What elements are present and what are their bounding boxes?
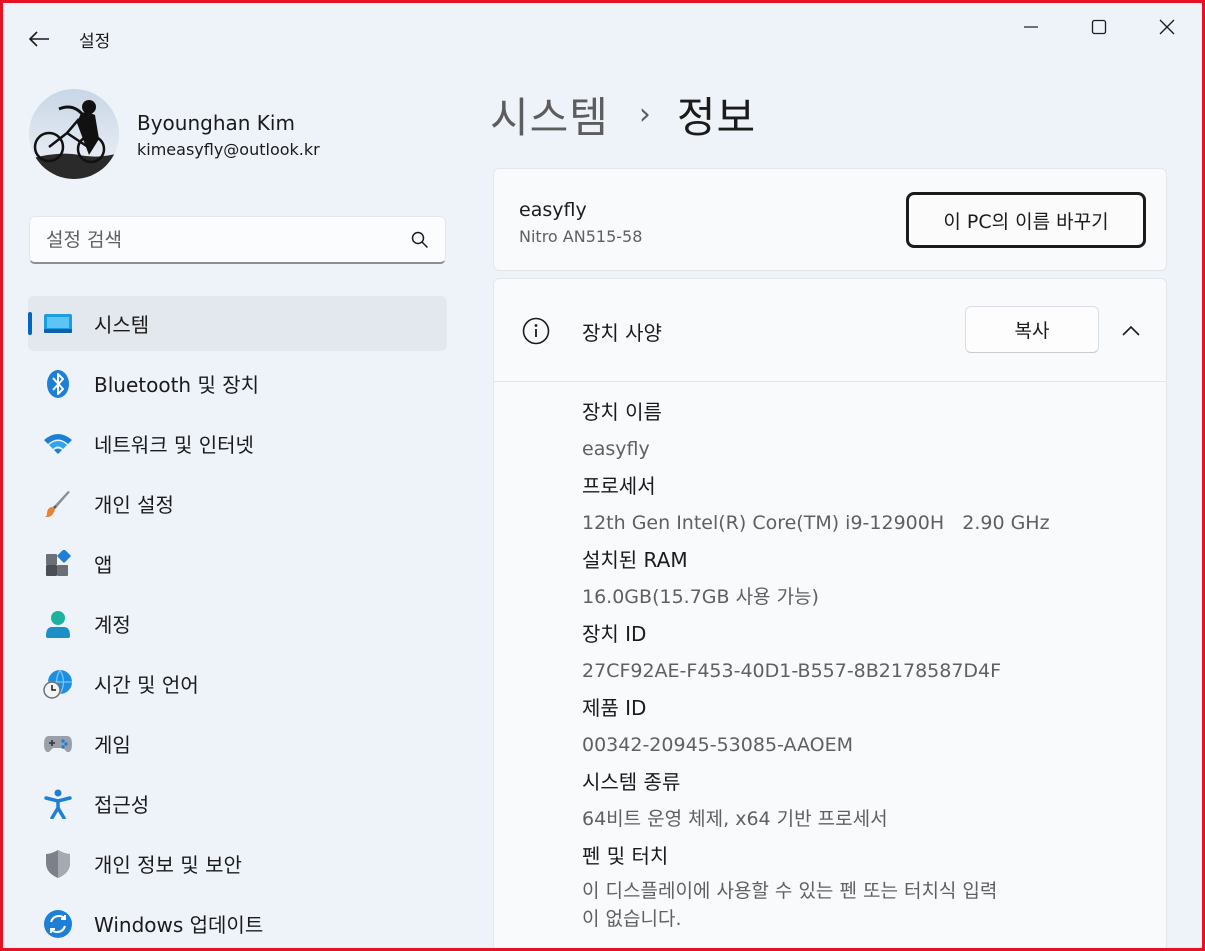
page-title: 정보 (676, 92, 757, 142)
sidebar-item-label: Bluetooth 및 장치 (94, 373, 260, 397)
sidebar-item-label: Windows 업데이트 (94, 913, 264, 937)
wifi-icon (43, 429, 73, 459)
sidebar-item-label: 계정 (94, 613, 131, 637)
sidebar-item-label: 앱 (94, 553, 113, 577)
search-box[interactable] (29, 216, 446, 264)
app-title: 설정 (79, 32, 111, 52)
back-button[interactable] (24, 24, 54, 54)
device-model: Nitro AN515-58 (519, 227, 643, 246)
spec-value-pen-touch: 이 디스플레이에 사용할 수 있는 펜 또는 터치식 입력 이 없습니다. (582, 880, 998, 930)
spec-value-device-id: 27CF92AE-F453-40D1-B557-8B2178587D4F (582, 660, 1002, 682)
close-icon (1159, 19, 1175, 35)
spec-value-product-id: 00342-20945-53085-AAOEM (582, 734, 854, 756)
sidebar-item-label: 개인 정보 및 보안 (94, 853, 242, 877)
user-email: kimeasyfly@outlook.kr (137, 140, 320, 159)
search-input[interactable] (30, 217, 410, 263)
sidebar-item-gaming[interactable]: 게임 (28, 716, 447, 771)
apps-icon (43, 549, 73, 579)
spec-value-processor: 12th Gen Intel(R) Core(TM) i9-12900H 2.9… (582, 512, 1050, 534)
spec-label-pen-touch: 펜 및 터치 (582, 844, 669, 868)
sidebar-nav: 시스템 Bluetooth 및 장치 네트워크 및 인터넷 개인 설정 앱 계정… (28, 296, 447, 951)
user-name: Byounghan Kim (137, 111, 295, 135)
spec-label-ram: 설치된 RAM (582, 548, 688, 572)
gamepad-icon (43, 729, 73, 759)
paintbrush-icon (43, 489, 73, 519)
sidebar-item-apps[interactable]: 앱 (28, 536, 447, 591)
sidebar-item-network[interactable]: 네트워크 및 인터넷 (28, 416, 447, 471)
spec-label-system-type: 시스템 종류 (582, 770, 681, 794)
person-icon (43, 609, 73, 639)
sidebar-item-privacy-security[interactable]: 개인 정보 및 보안 (28, 836, 447, 891)
spec-label-product-id: 제품 ID (582, 696, 647, 720)
spec-label-processor: 프로세서 (582, 474, 656, 498)
breadcrumb-separator: › (638, 96, 651, 132)
active-indicator (28, 312, 32, 335)
spec-label-device-id: 장치 ID (582, 622, 647, 646)
shield-icon (43, 849, 73, 879)
avatar[interactable] (29, 89, 119, 179)
spec-label-device-name: 장치 이름 (582, 400, 662, 424)
maximize-icon (1091, 19, 1107, 35)
accessibility-icon (43, 789, 73, 819)
spec-value-system-type: 64비트 운영 체제, x64 기반 프로세서 (582, 808, 888, 830)
spec-list: 장치 이름 easyfly 프로세서 12th Gen Intel(R) Cor… (582, 395, 1142, 933)
spec-value-device-name: easyfly (582, 438, 650, 460)
title-bar: 설정 (0, 0, 1205, 76)
device-name-card: easyfly Nitro AN515-58 이 PC의 이름 바꾸기 (493, 168, 1167, 271)
sidebar-item-accessibility[interactable]: 접근성 (28, 776, 447, 831)
maximize-button[interactable] (1076, 12, 1122, 42)
sidebar-item-time-language[interactable]: 시간 및 언어 (28, 656, 447, 711)
sidebar-item-label: 시간 및 언어 (94, 673, 199, 697)
minimize-icon (1024, 26, 1038, 28)
spec-value-ram: 16.0GB(15.7GB 사용 가능) (582, 586, 819, 608)
system-monitor-icon (43, 309, 73, 339)
globe-clock-icon (43, 669, 73, 699)
copy-button[interactable]: 복사 (965, 306, 1099, 353)
sidebar-item-bluetooth[interactable]: Bluetooth 및 장치 (28, 356, 447, 411)
sidebar-item-windows-update[interactable]: Windows 업데이트 (28, 896, 447, 951)
breadcrumb: 시스템 › 정보 (490, 84, 756, 144)
info-icon (522, 317, 550, 345)
collapse-button[interactable] (1117, 317, 1145, 345)
sidebar-item-accounts[interactable]: 계정 (28, 596, 447, 651)
bluetooth-icon (43, 369, 73, 399)
sidebar-item-label: 시스템 (94, 313, 150, 337)
arrow-left-icon (28, 31, 49, 47)
chevron-up-icon (1122, 325, 1140, 336)
sidebar-item-system[interactable]: 시스템 (28, 296, 447, 351)
device-specs-card: 장치 사양 복사 장치 이름 easyfly 프로세서 12th Gen Int… (493, 278, 1167, 951)
update-icon (43, 909, 73, 939)
sidebar-item-label: 접근성 (94, 793, 150, 817)
search-icon[interactable] (411, 231, 429, 249)
rename-pc-button[interactable]: 이 PC의 이름 바꾸기 (906, 192, 1146, 248)
close-button[interactable] (1144, 12, 1190, 42)
sidebar-item-label: 게임 (94, 733, 131, 757)
sidebar-item-label: 네트워크 및 인터넷 (94, 433, 254, 457)
device-specs-header[interactable]: 장치 사양 복사 (494, 279, 1166, 382)
sidebar-item-label: 개인 설정 (94, 493, 174, 517)
minimize-button[interactable] (1008, 12, 1054, 42)
sidebar-item-personalization[interactable]: 개인 설정 (28, 476, 447, 531)
breadcrumb-parent[interactable]: 시스템 (490, 84, 609, 145)
device-specs-title: 장치 사양 (582, 321, 662, 345)
device-name: easyfly (519, 199, 587, 221)
